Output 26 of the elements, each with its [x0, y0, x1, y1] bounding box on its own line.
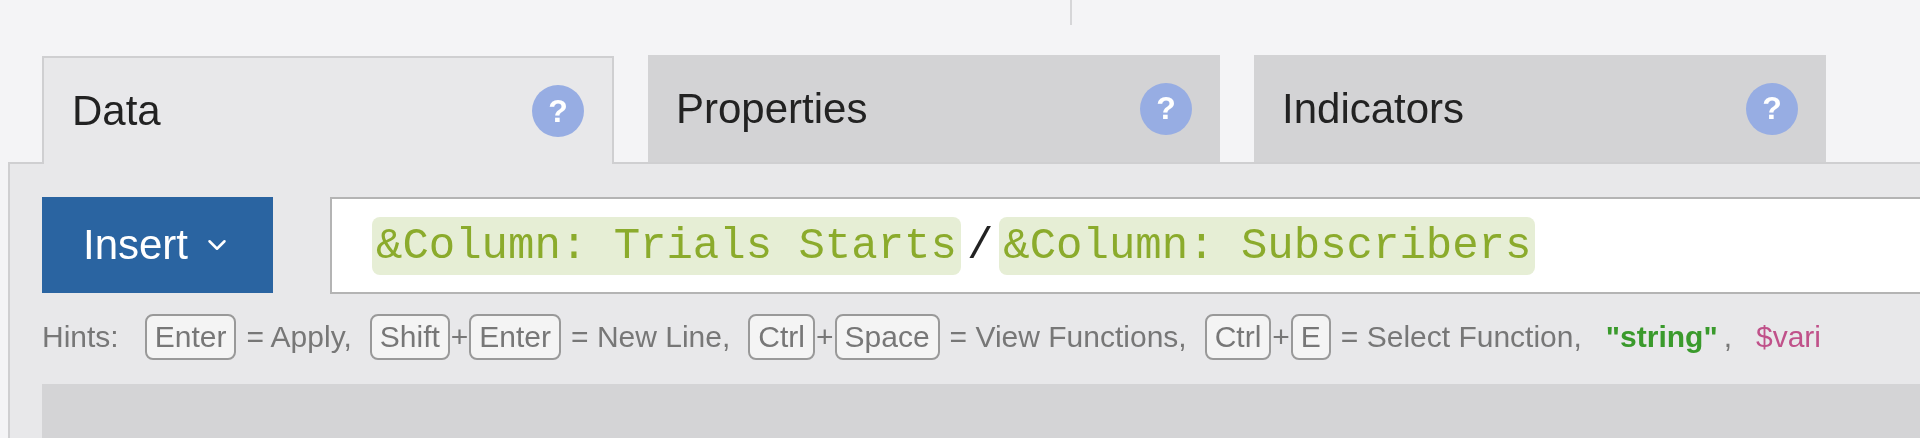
key-cap: Ctrl — [748, 314, 815, 360]
hint-text: = Apply, — [246, 320, 352, 354]
plus-sign: + — [450, 320, 469, 354]
key-cap: E — [1290, 314, 1331, 360]
key-cap: Enter — [469, 314, 562, 360]
tab[interactable]: Properties ? — [648, 55, 1220, 162]
tab[interactable]: Data ? — [42, 56, 614, 164]
tab[interactable]: Indicators ? — [1254, 55, 1826, 162]
hint-text: = New Line, — [571, 320, 731, 354]
plus-sign: + — [1272, 320, 1290, 354]
key-cap: Space — [834, 314, 940, 360]
hint-text: = View Functions, — [949, 320, 1187, 354]
key-cap: Shift — [369, 314, 450, 360]
insert-button[interactable]: Insert — [42, 197, 273, 293]
variable-example: $vari — [1755, 320, 1821, 354]
key-cap: Ctrl — [1204, 314, 1272, 360]
plus-sign: + — [815, 320, 834, 354]
hints-label: Hints: — [42, 320, 119, 354]
hint-text: , — [1723, 320, 1732, 354]
string-example: "string" — [1605, 320, 1718, 354]
column-token: &Column: Subscribers — [999, 216, 1536, 275]
operator: / — [966, 220, 994, 271]
expression-field[interactable]: &Column: Trials Starts / &Column: Subscribers — [330, 197, 1920, 294]
column-token: &Column: Trials Starts — [372, 216, 961, 275]
hint-text: = Select Function, — [1340, 320, 1582, 354]
key-cap: Enter — [144, 314, 237, 360]
